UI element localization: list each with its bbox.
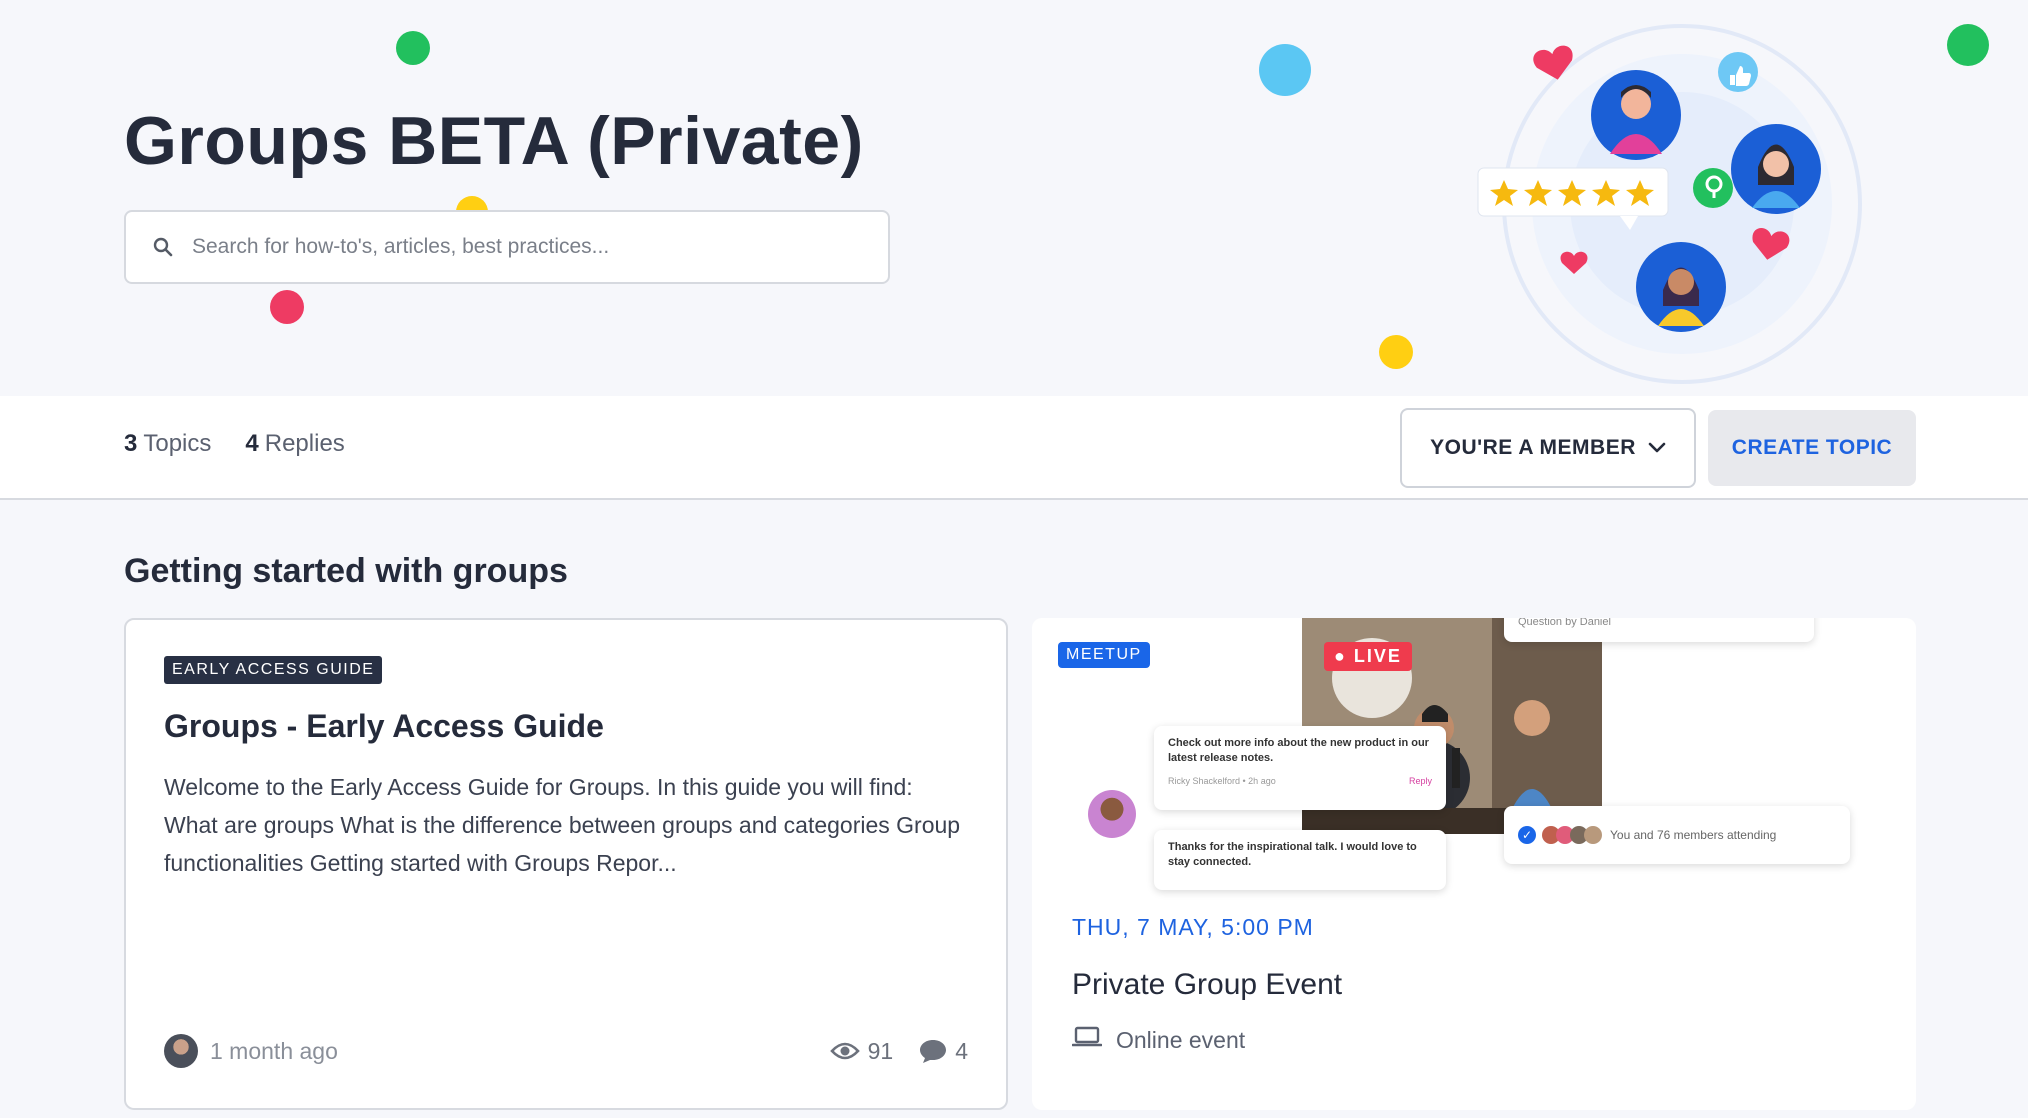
event-type-badge: MEETUP	[1058, 642, 1150, 668]
decor-dot-red	[270, 290, 304, 324]
topic-excerpt: Welcome to the Early Access Guide for Gr…	[164, 774, 961, 876]
author-avatar[interactable]	[164, 1034, 198, 1068]
decor-dot-green-2	[1947, 24, 1989, 66]
section-heading: Getting started with groups	[124, 552, 568, 590]
membership-dropdown-button[interactable]: YOU'RE A MEMBER	[1400, 408, 1696, 488]
replies-stat: 4 Replies	[245, 430, 345, 457]
check-icon: ✓	[1518, 826, 1536, 844]
create-topic-button[interactable]: CREATE TOPIC	[1708, 410, 1916, 486]
community-illustration	[1470, 22, 1890, 392]
eye-icon	[829, 1041, 860, 1061]
event-title[interactable]: Private Group Event	[1072, 968, 1342, 1002]
search-box[interactable]	[124, 210, 890, 284]
views-count: 91	[829, 1038, 893, 1065]
topic-title[interactable]: Groups - Early Access Guide	[164, 708, 604, 745]
search-icon	[152, 236, 174, 258]
laptop-icon	[1071, 1026, 1103, 1054]
hero-banner: Groups BETA (Private)	[0, 0, 2028, 396]
group-stats: 3 Topics 4 Replies	[124, 430, 345, 458]
event-location: Online event	[1071, 1026, 1245, 1054]
event-cover-image: ● LIVE Question by Daniel Check out more…	[1032, 618, 1916, 890]
attending-bubble: ✓ You and 76 members attending	[1504, 806, 1850, 864]
decor-dot-green	[396, 31, 430, 65]
topic-type-badge: EARLY ACCESS GUIDE	[164, 656, 383, 684]
topic-footer: 1 month ago 91 4	[164, 1032, 968, 1070]
commenter-avatar	[1088, 790, 1136, 838]
comment-icon	[919, 1038, 947, 1064]
decor-dot-yellow-2	[1379, 335, 1413, 369]
info-comment-bubble: Check out more info about the new produc…	[1154, 726, 1446, 810]
thanks-comment-bubble: Thanks for the inspirational talk. I wou…	[1154, 830, 1446, 890]
membership-label: YOU'RE A MEMBER	[1430, 436, 1636, 459]
replies-count: 4	[919, 1038, 968, 1065]
event-card[interactable]: ● LIVE Question by Daniel Check out more…	[1032, 618, 1916, 1110]
decor-dot-blue	[1259, 44, 1311, 96]
attendee-avatars	[1542, 826, 1602, 844]
chevron-down-icon	[1648, 436, 1666, 460]
search-input[interactable]	[190, 234, 834, 260]
topic-timestamp: 1 month ago	[210, 1037, 338, 1064]
event-date: THU, 7 MAY, 5:00 PM	[1072, 914, 1314, 940]
live-indicator: ● LIVE	[1324, 642, 1412, 671]
question-bubble: Question by Daniel	[1504, 618, 1814, 642]
topics-stat: 3 Topics	[124, 430, 212, 457]
guide-topic-card[interactable]: EARLY ACCESS GUIDE Groups - Early Access…	[124, 618, 1008, 1110]
page-title: Groups BETA (Private)	[124, 103, 864, 179]
group-toolbar: 3 Topics 4 Replies YOU'RE A MEMBER CREATE …	[0, 396, 2028, 500]
